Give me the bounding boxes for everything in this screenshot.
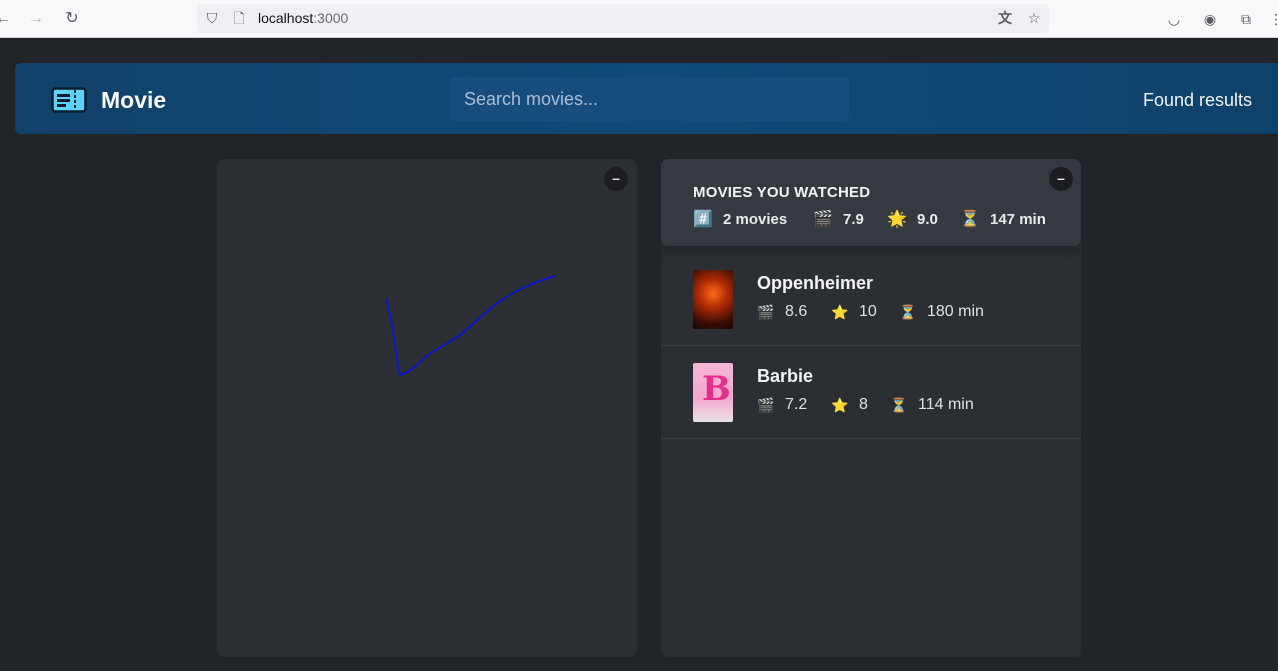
poster-logo: B xyxy=(702,369,731,409)
watched-box: MOVIES YOU WATCHED #️⃣ 2 movies 🎬 7.9 🌟 … xyxy=(661,159,1081,657)
extensions-icon[interactable]: ⧉ xyxy=(1236,9,1256,29)
url-text[interactable]: localhost:3000 xyxy=(258,10,348,26)
star-icon: ⭐ xyxy=(831,396,849,413)
pocket-icon[interactable]: ◡ xyxy=(1164,9,1184,29)
back-icon[interactable]: ← xyxy=(0,8,14,30)
reload-icon[interactable]: ↻ xyxy=(61,8,83,30)
logo-text: Movie xyxy=(101,86,167,113)
movie-title: Oppenheimer xyxy=(757,273,874,293)
found-results: Found results xyxy=(1143,90,1253,110)
imdb-rating: 🎬 8.6 xyxy=(757,303,808,320)
checkmark-drawing xyxy=(385,275,556,377)
summary-count: #️⃣ 2 movies xyxy=(693,210,788,229)
hourglass-icon: ⏳ xyxy=(890,396,908,413)
imdb-rating: 🎬 7.2 xyxy=(757,396,808,413)
clapper-icon: 🎬 xyxy=(813,211,833,228)
movie-title: Barbie xyxy=(757,366,814,386)
account-icon[interactable]: ◉ xyxy=(1200,9,1220,29)
poster-image: B xyxy=(693,363,733,422)
menu-icon[interactable]: ⋮ xyxy=(1266,9,1278,29)
url-bar[interactable]: ⛉ 🗋 localhost:3000 文 ☆ xyxy=(197,4,1049,33)
forward-icon[interactable]: → xyxy=(25,8,47,30)
list-item[interactable]: B Barbie 🎬 7.2 ⭐ 8 ⏳ 114 min xyxy=(661,347,1081,439)
star-icon: ⭐ xyxy=(831,303,849,320)
hash-icon: #️⃣ xyxy=(693,211,713,228)
toggle-left-button[interactable]: – xyxy=(604,167,628,191)
poster-image xyxy=(693,270,733,329)
logo: Movie xyxy=(51,86,166,114)
search-results-box: – xyxy=(217,159,637,657)
glowing-star-icon: 🌟 xyxy=(887,211,907,228)
summary-imdb: 🎬 7.9 xyxy=(813,210,864,229)
search-input[interactable] xyxy=(449,77,849,121)
page-icon[interactable]: 🗋 xyxy=(230,9,248,27)
hourglass-icon: ⏳ xyxy=(899,303,917,320)
summary-title: MOVIES YOU WATCHED xyxy=(693,184,871,201)
app-navbar: Movie Found results xyxy=(15,63,1278,134)
summary-user-rating: 🌟 9.0 xyxy=(887,210,938,229)
clapper-icon: 🎬 xyxy=(757,396,775,413)
clapper-icon: 🎬 xyxy=(757,303,775,320)
ticket-icon xyxy=(51,87,87,113)
summary-runtime: ⏳ 147 min xyxy=(960,210,1046,229)
toggle-right-button[interactable]: – xyxy=(1049,167,1073,191)
user-rating: ⭐ 8 xyxy=(831,396,868,413)
watched-summary: MOVIES YOU WATCHED #️⃣ 2 movies 🎬 7.9 🌟 … xyxy=(661,159,1081,246)
shield-icon[interactable]: ⛉ xyxy=(203,9,221,27)
runtime: ⏳ 114 min xyxy=(890,396,974,413)
list-item[interactable]: Oppenheimer 🎬 8.6 ⭐ 10 ⏳ 180 min xyxy=(661,254,1081,346)
translate-icon[interactable]: 文 xyxy=(996,9,1014,27)
runtime: ⏳ 180 min xyxy=(899,303,984,320)
bookmark-star-icon[interactable]: ☆ xyxy=(1025,9,1043,27)
browser-toolbar: ← → ↻ ⛉ 🗋 localhost:3000 文 ☆ ◡ ◉ ⧉ ⋮ xyxy=(0,0,1278,38)
user-rating: ⭐ 10 xyxy=(831,303,877,320)
hourglass-icon: ⏳ xyxy=(960,211,980,228)
